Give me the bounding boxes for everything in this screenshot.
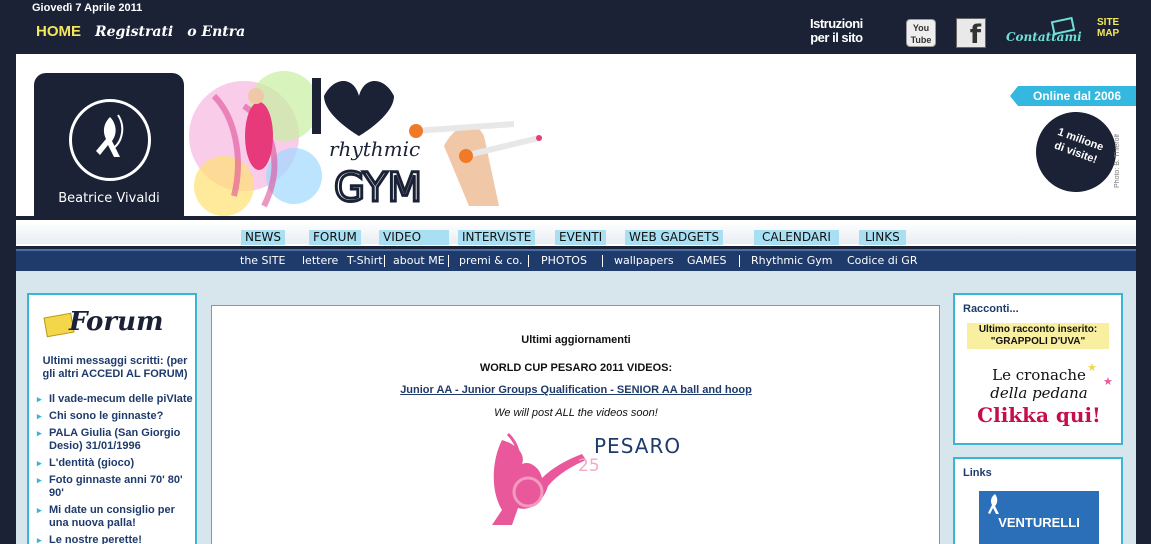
sponsor-name: VENTURELLI — [998, 515, 1080, 530]
sitemap-line2: MAP — [1097, 28, 1120, 39]
forum-post-link[interactable]: Il vade-mecum delle piVIate — [37, 393, 197, 406]
subnav-tshirt[interactable]: T-Shirt — [347, 254, 383, 267]
subnav-separator — [448, 255, 449, 267]
top-nav: HOME Registrati o Entra — [36, 23, 245, 40]
forum-panel: Forum Ultimi messaggi scritti: (per gli … — [27, 293, 197, 544]
worldcup-videos-link[interactable]: Junior AA - Junior Groups Qualification … — [212, 384, 940, 396]
nav-eventi[interactable]: EVENTI — [555, 230, 607, 245]
subnav-wallpapers[interactable]: wallpapers — [614, 254, 674, 267]
header-banner: Beatrice Vivaldi rhythmic GYM Online dal… — [16, 54, 1136, 216]
links-panel: Links VENTURELLI — [953, 457, 1123, 544]
photo-credit: Photo: B. Thierolf — [1114, 134, 1121, 188]
subnav-lettere[interactable]: lettere — [302, 254, 338, 267]
sitemap-link[interactable]: SITE MAP — [1097, 17, 1120, 39]
forum-post-link[interactable]: Foto ginnaste anni 70' 80' 90' — [37, 474, 197, 500]
contact-link[interactable]: Contattami — [1006, 30, 1082, 44]
forum-post-link[interactable]: L'dentità (gioco) — [37, 457, 197, 470]
gymnast-icon — [988, 494, 999, 514]
gymnast-logo-icon — [96, 114, 124, 157]
subnav-separator — [602, 255, 603, 267]
artwork-gym-text: GYM — [334, 165, 422, 211]
sub-nav: the SITE lettere T-Shirt about ME premi … — [16, 249, 1136, 271]
nav-video[interactable]: VIDEO — [379, 230, 450, 245]
facebook-icon[interactable]: f — [956, 18, 986, 50]
links-heading: Links — [963, 467, 992, 479]
subnav-premi[interactable]: premi & co. — [459, 254, 522, 267]
forum-post-link[interactable]: Mi date un consiglio per una nuova palla… — [37, 504, 197, 530]
site-logo[interactable]: Beatrice Vivaldi — [34, 73, 184, 216]
nav-web-gadgets[interactable]: WEB GADGETS — [625, 230, 724, 245]
subnav-separator — [384, 255, 385, 267]
current-date: Giovedì 7 Aprile 2011 — [32, 2, 143, 14]
subnav-rhythmic-gym[interactable]: Rhythmic Gym — [751, 254, 832, 267]
login-link[interactable]: o Entra — [187, 24, 245, 40]
main-nav: NEWS FORUM VIDEO INTERVISTE EVENTI WEB G… — [16, 216, 1136, 246]
subnav-separator — [739, 255, 740, 267]
stories-heading: Racconti... — [963, 303, 1019, 315]
chronicles-title-line1: Le cronache — [992, 366, 1086, 384]
latest-story-highlight[interactable]: Ultimo racconto inserito: "GRAPPOLI D'UV… — [967, 323, 1109, 349]
chronicles-cta-link[interactable]: Clikka qui! — [955, 403, 1123, 427]
youtube-icon[interactable]: You Tube — [906, 19, 936, 47]
nav-links[interactable]: LINKS — [859, 230, 906, 245]
subnav-about-me[interactable]: about ME — [393, 254, 445, 267]
nav-interviste[interactable]: INTERVISTE — [458, 230, 536, 245]
artwork-rhythmic-text: rhythmic — [329, 137, 420, 161]
sitemap-line1: SITE — [1097, 17, 1120, 28]
subnav-separator — [528, 255, 529, 267]
brand-name: Beatrice Vivaldi — [58, 191, 160, 206]
subnav-codice-gr[interactable]: Codice di GR — [847, 254, 917, 267]
forum-post-link[interactable]: Chi sono le ginnaste? — [37, 410, 197, 423]
instructions-line1: Istruzioni — [810, 16, 863, 31]
latest-updates-title: Ultimi aggiornamenti — [521, 334, 631, 346]
nav-forum[interactable]: FORUM — [309, 230, 361, 245]
venturelli-banner[interactable]: VENTURELLI — [979, 491, 1099, 544]
register-link[interactable]: Registrati — [95, 24, 173, 40]
forum-title[interactable]: Forum — [69, 307, 164, 337]
subnav-the-site[interactable]: the SITE — [240, 254, 285, 267]
pesaro-logo-number: 25 — [578, 456, 600, 476]
chronicles-title-line2: della pedana — [990, 384, 1088, 402]
nav-news[interactable]: NEWS — [241, 230, 286, 245]
latest-story-label: Ultimo racconto inserito: — [978, 324, 1098, 335]
online-since-badge: Online dal 2006 — [1010, 86, 1136, 106]
forum-post-link[interactable]: PALA Giulia (San Giorgio Desio) 31/01/19… — [37, 427, 197, 453]
top-bar: Giovedì 7 Aprile 2011 HOME Registrati o … — [0, 0, 1151, 54]
subnav-games[interactable]: GAMES — [687, 254, 726, 267]
content-area: Forum Ultimi messaggi scritti: (per gli … — [16, 271, 1136, 544]
subnav-photos[interactable]: PHOTOS — [541, 254, 587, 267]
forum-post-link[interactable]: Le nostre perette! — [37, 534, 197, 544]
latest-story-title: "GRAPPOLI D'UVA" — [990, 336, 1086, 347]
main-panel: Ultimi aggiornamenti WORLD CUP PESARO 20… — [211, 305, 940, 544]
worldcup-heading: WORLD CUP PESARO 2011 VIDEOS: — [479, 362, 673, 374]
instructions-link[interactable]: Istruzioni per il sito — [810, 17, 863, 45]
home-link[interactable]: HOME — [36, 23, 81, 40]
forum-posts: Il vade-mecum delle piVIate Chi sono le … — [37, 393, 197, 544]
pesaro-gymnast-logo-icon — [492, 432, 586, 525]
videos-note: We will post ALL the videos soon! — [494, 407, 658, 419]
instructions-line2: per il sito — [810, 30, 863, 45]
pesaro-logo-word: PESARO — [594, 434, 682, 458]
visits-badge: 1 milione di visite! — [1024, 100, 1128, 204]
forum-intro: Ultimi messaggi scritti: (per gli altri … — [42, 355, 188, 380]
rhythmic-gym-artwork: rhythmic GYM — [189, 71, 542, 216]
stories-panel: Racconti... Ultimo racconto inserito: "G… — [953, 293, 1123, 445]
nav-calendari[interactable]: CALENDARI — [754, 230, 839, 245]
